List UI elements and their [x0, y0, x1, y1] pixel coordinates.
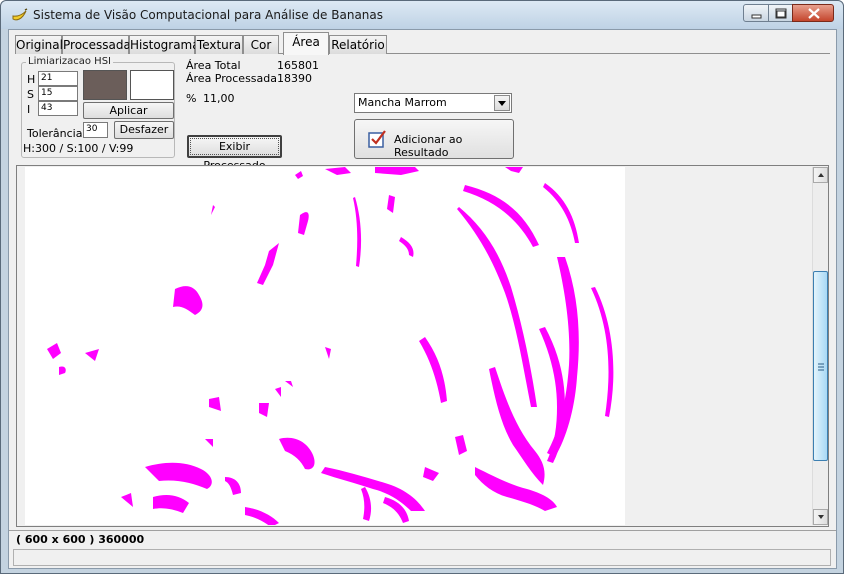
h-field[interactable]: 21: [38, 71, 78, 86]
tab-cor[interactable]: Cor: [243, 35, 279, 54]
add-to-result-label: Adicionar ao Resultado: [394, 133, 463, 159]
image-dimensions: ( 600 x 600 ) 360000: [16, 533, 145, 546]
class-select-value: Mancha Marrom: [358, 96, 447, 109]
grip-icon: [818, 363, 824, 371]
vertical-scrollbar[interactable]: [812, 167, 828, 525]
s-label: S: [27, 88, 34, 101]
processed-image: [25, 167, 625, 525]
show-processed-button[interactable]: Exibir Processado: [187, 135, 282, 172]
h-label: H: [27, 73, 36, 86]
close-icon: [808, 8, 820, 19]
processed-mask: [47, 167, 614, 525]
scroll-up-button[interactable]: [813, 167, 828, 183]
minimize-button[interactable]: [743, 4, 769, 22]
close-button[interactable]: [792, 4, 834, 22]
total-area-value: 165801: [277, 59, 319, 72]
checkbox-add-icon: [368, 130, 386, 148]
percent-value: 11,00: [203, 92, 235, 105]
chevron-down-icon[interactable]: [494, 95, 510, 111]
undo-button[interactable]: Desfazer: [114, 121, 174, 139]
threshold-group-title: Limiarizacao HSI: [26, 56, 114, 67]
status-bar: ( 600 x 600 ) 360000: [9, 530, 836, 547]
tolerance-label: Tolerância: [27, 127, 83, 140]
arrow-up-icon: [818, 173, 824, 177]
s-field[interactable]: 15: [38, 86, 78, 101]
banana-icon: [12, 8, 28, 21]
arrow-down-icon: [818, 515, 824, 519]
tab-histograma[interactable]: Histograma: [129, 35, 200, 54]
scroll-down-button[interactable]: [813, 509, 828, 525]
second-color-swatch[interactable]: [130, 70, 174, 100]
processed-area-value: 18390: [277, 72, 312, 85]
maximize-icon: [775, 8, 787, 19]
tab-area[interactable]: Área: [283, 32, 329, 55]
app-window: Sistema de Visão Computacional para Anál…: [0, 0, 844, 574]
window-title: Sistema de Visão Computacional para Anál…: [33, 8, 384, 22]
tab-textura[interactable]: Textura: [195, 35, 243, 54]
hsv-readout: H:300 / S:100 / V:99: [23, 142, 134, 155]
color-swatch[interactable]: [83, 70, 127, 100]
percent-label: %: [186, 92, 197, 105]
apply-button[interactable]: Aplicar: [83, 102, 174, 119]
secondary-status-bar: [13, 549, 831, 566]
class-select[interactable]: Mancha Marrom: [354, 93, 512, 113]
tab-original[interactable]: Original: [15, 35, 63, 54]
i-field[interactable]: 43: [38, 101, 78, 116]
i-label: I: [27, 103, 31, 116]
processed-area-label: Área Processada: [186, 72, 278, 85]
title-bar[interactable]: Sistema de Visão Computacional para Anál…: [1, 1, 843, 29]
image-view[interactable]: [16, 165, 829, 527]
minimize-icon: [751, 14, 762, 19]
tolerance-field[interactable]: 30: [83, 122, 108, 138]
add-to-result-button[interactable]: Adicionar ao Resultado: [354, 119, 514, 159]
total-area-label: Área Total: [186, 59, 241, 72]
maximize-button[interactable]: [768, 4, 793, 22]
scroll-thumb[interactable]: [813, 271, 828, 461]
client-area: Original Processada Histograma Textura C…: [8, 29, 837, 569]
tab-processada[interactable]: Processada: [62, 35, 131, 54]
tab-relatorio[interactable]: Relatório: [329, 35, 387, 54]
